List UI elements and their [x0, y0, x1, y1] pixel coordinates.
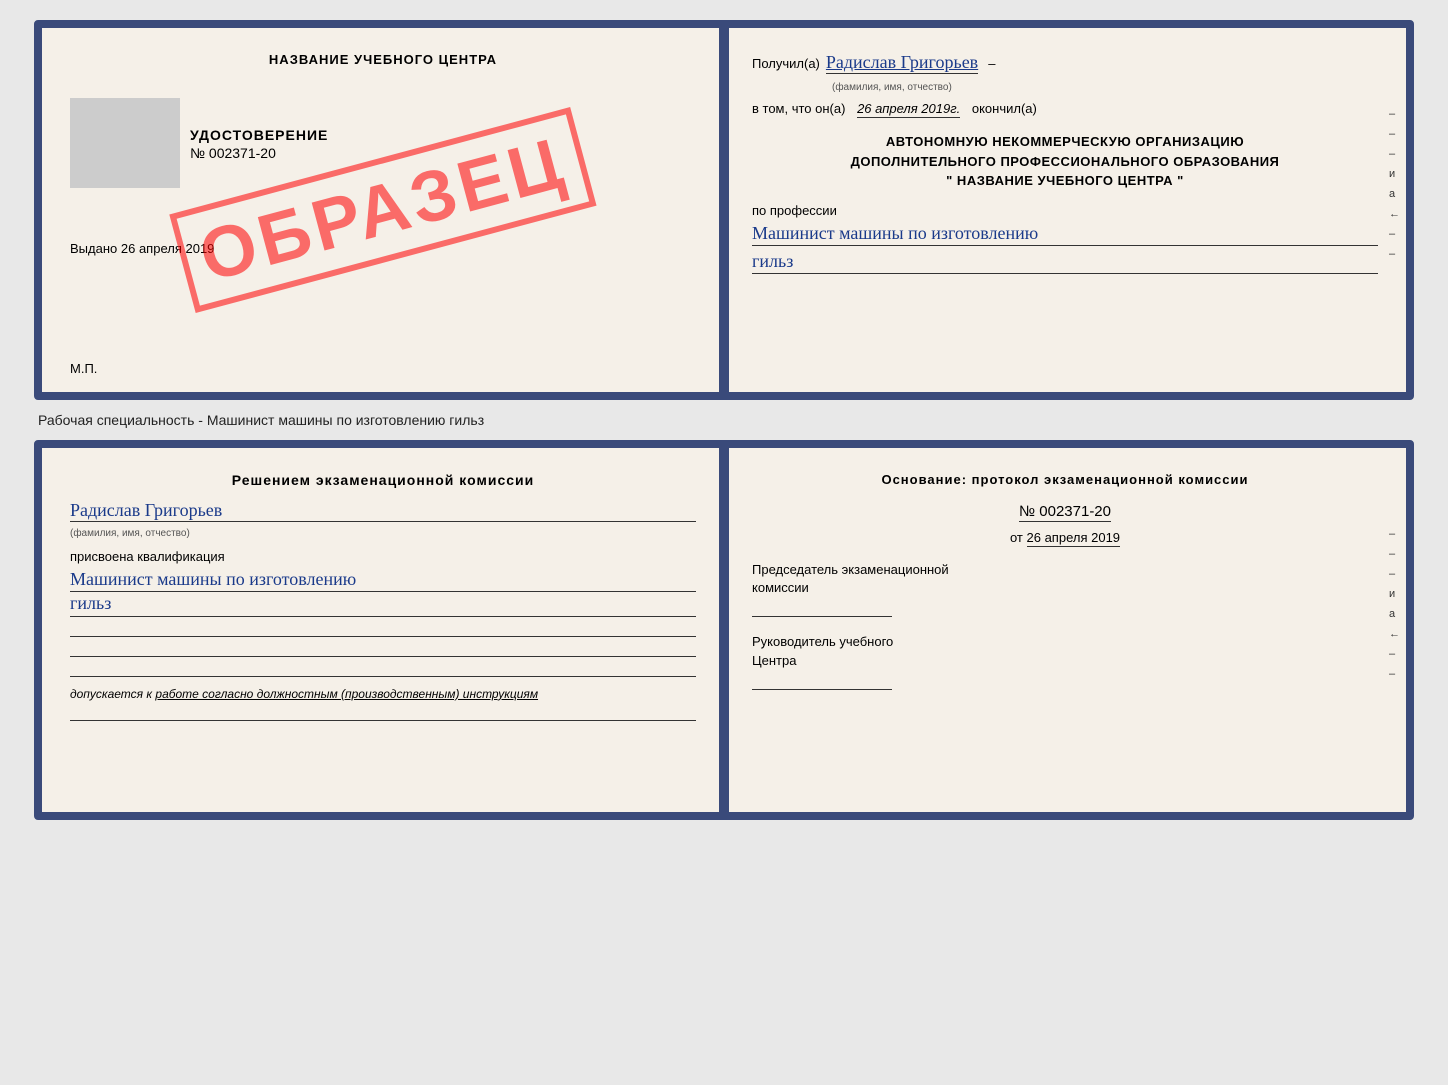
- ot-date-line: от 26 апреля 2019: [752, 530, 1378, 545]
- cert-left-title: НАЗВАНИЕ УЧЕБНОГО ЦЕНТРА: [70, 52, 696, 67]
- org-block: АВТОНОМНУЮ НЕКОММЕРЧЕСКУЮ ОРГАНИЗАЦИЮ ДО…: [752, 132, 1378, 191]
- vydano-date: 26 апреля 2019: [121, 241, 215, 256]
- dopusk-text: работе согласно должностным (производств…: [155, 687, 538, 701]
- completion-date: 26 апреля 2019г.: [857, 101, 960, 118]
- cert-right-panel: Получил(а) Радислав Григорьев – (фамилия…: [724, 28, 1406, 392]
- name-caption-top: (фамилия, имя, отчество): [832, 82, 952, 93]
- predsedatel-signature-line: [752, 605, 892, 617]
- udost-label: УДОСТОВЕРЕНИЕ: [190, 127, 696, 143]
- rukovoditel-label: Руководитель учебного Центра: [752, 633, 1378, 669]
- dopuskaetsya-block: допускается к работе согласно должностны…: [70, 687, 696, 701]
- vtom-label: в том, что он(а): [752, 101, 845, 116]
- vydano-label: Выдано: [70, 241, 117, 256]
- po-professii-label: по профессии: [752, 203, 1378, 218]
- photo-placeholder: [70, 98, 180, 188]
- osnovanie-title: Основание: протокол экзаменационной коми…: [752, 472, 1378, 487]
- bottom-recipient-name: Радислав Григорьев: [70, 500, 696, 522]
- org-line1: АВТОНОМНУЮ НЕКОММЕРЧЕСКУЮ ОРГАНИЗАЦИЮ: [752, 132, 1378, 152]
- prisvoena-label: присвоена квалификация: [70, 549, 696, 564]
- rukovoditel-block: Руководитель учебного Центра: [752, 633, 1378, 689]
- recipient-name: Радислав Григорьев: [826, 52, 978, 74]
- predsedatel-label: Председатель экзаменационной комиссии: [752, 561, 1378, 597]
- okonchil-label: окончил(а): [972, 101, 1037, 116]
- empty-line-2: [70, 645, 696, 657]
- specialty-label: Рабочая специальность - Машинист машины …: [34, 412, 484, 428]
- empty-line-4: [70, 709, 696, 721]
- right-marks: – – – и а ← – –: [1389, 108, 1400, 260]
- bottom-profession-line2: гильз: [70, 592, 696, 616]
- protocol-date: 26 апреля 2019: [1027, 530, 1121, 547]
- cert-left-panel: НАЗВАНИЕ УЧЕБНОГО ЦЕНТРА УДОСТОВЕРЕНИЕ №…: [42, 28, 724, 392]
- dopuskaetsya-label: допускается к: [70, 687, 152, 701]
- bottom-left-panel: Решением экзаменационной комиссии Радисл…: [42, 448, 724, 812]
- resheniem-title: Решением экзаменационной комиссии: [70, 472, 696, 488]
- poluchil-line: Получил(а) Радислав Григорьев –: [752, 52, 1378, 74]
- profession-line1: Машинист машины по изготовлению: [752, 222, 1378, 246]
- rukovoditel-signature-line: [752, 678, 892, 690]
- org-line2: ДОПОЛНИТЕЛЬНОГО ПРОФЕССИОНАЛЬНОГО ОБРАЗО…: [752, 152, 1378, 172]
- bottom-right-panel: Основание: протокол экзаменационной коми…: [724, 448, 1406, 812]
- empty-line-1: [70, 625, 696, 637]
- udost-number: № 002371-20: [190, 145, 696, 161]
- profession-line2: гильз: [752, 250, 1378, 274]
- empty-line-3: [70, 665, 696, 677]
- bottom-right-marks: – – – и а ← – –: [1389, 528, 1400, 680]
- protocol-number-block: № 002371-20: [752, 503, 1378, 530]
- predsedatel-block: Председатель экзаменационной комиссии: [752, 561, 1378, 617]
- protocol-number: № 002371-20: [1019, 503, 1111, 522]
- poluchil-label: Получил(а): [752, 56, 820, 71]
- top-certificate: НАЗВАНИЕ УЧЕБНОГО ЦЕНТРА УДОСТОВЕРЕНИЕ №…: [34, 20, 1414, 400]
- ot-label: от: [1010, 530, 1023, 545]
- vtom-line: в том, что он(а) 26 апреля 2019г. окончи…: [752, 101, 1378, 116]
- bottom-profession-line1: Машинист машины по изготовлению: [70, 568, 696, 592]
- vydano-line: Выдано 26 апреля 2019: [70, 241, 696, 256]
- org-name: " НАЗВАНИЕ УЧЕБНОГО ЦЕНТРА ": [752, 171, 1378, 191]
- bottom-certificate: Решением экзаменационной комиссии Радисл…: [34, 440, 1414, 820]
- udostoverenie-block: УДОСТОВЕРЕНИЕ № 002371-20: [190, 127, 696, 161]
- bottom-name-caption: (фамилия, имя, отчество): [70, 528, 190, 539]
- mp-label: М.П.: [70, 361, 97, 376]
